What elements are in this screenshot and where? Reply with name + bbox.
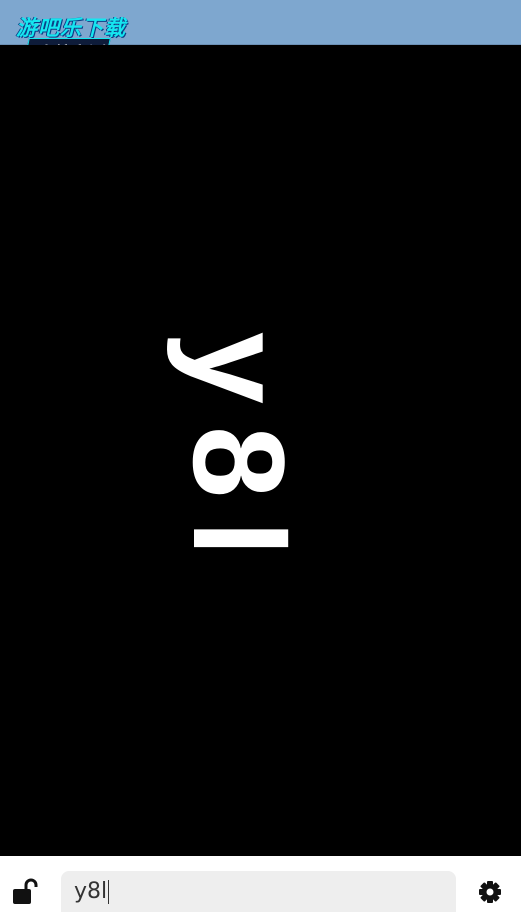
- text-input-value: y8l: [74, 879, 108, 904]
- gear-icon[interactable]: [476, 878, 504, 906]
- unlocked-padlock-icon[interactable]: [10, 877, 40, 907]
- text-caret: [108, 879, 110, 904]
- text-input[interactable]: y8l: [61, 871, 456, 912]
- rotated-display-text: y8l: [166, 331, 312, 579]
